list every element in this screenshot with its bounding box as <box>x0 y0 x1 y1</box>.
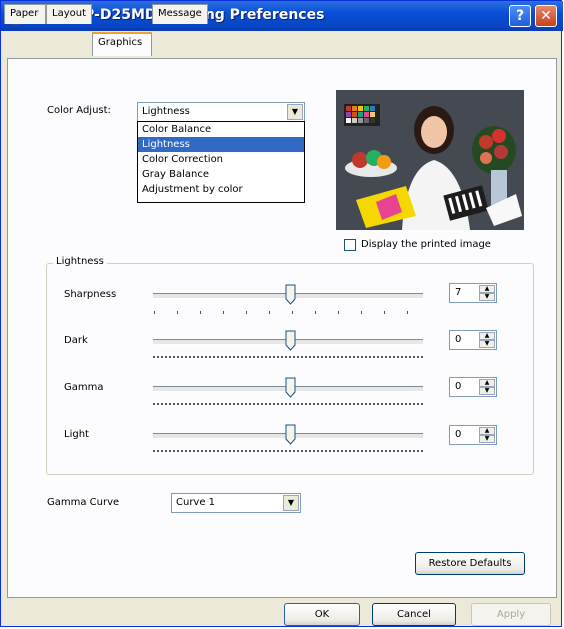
option-adjustment-by-color[interactable]: Adjustment by color <box>138 182 304 197</box>
gamma-up-icon[interactable]: ▲ <box>479 379 495 387</box>
gamma-spinbox[interactable]: 0 ▲ ▼ <box>449 377 497 397</box>
display-printed-image-label: Display the printed image <box>361 239 491 250</box>
gamma-tick-marks <box>153 403 423 405</box>
dark-down-icon[interactable]: ▼ <box>479 340 495 348</box>
light-up-icon[interactable]: ▲ <box>479 427 495 435</box>
color-adjust-select[interactable]: Lightness ▼ <box>137 102 305 122</box>
dark-up-icon[interactable]: ▲ <box>479 332 495 340</box>
light-slider-thumb[interactable] <box>285 424 296 445</box>
tab-message[interactable]: Message <box>152 4 208 24</box>
tab-graphics[interactable]: Graphics <box>92 32 152 56</box>
chevron-down-icon[interactable]: ▼ <box>283 495 299 511</box>
dark-tick-marks <box>153 356 423 358</box>
light-label: Light <box>64 429 89 440</box>
option-gray-balance[interactable]: Gray Balance <box>138 167 304 182</box>
cancel-button[interactable]: Cancel <box>372 603 456 626</box>
color-chart-graphic <box>344 104 380 126</box>
sample-photo-graphic <box>336 90 524 230</box>
sharpness-tick-marks <box>154 311 408 314</box>
gamma-curve-select[interactable]: Curve 1 ▼ <box>171 493 301 513</box>
sharpness-down-icon[interactable]: ▼ <box>479 293 495 301</box>
gamma-label: Gamma <box>64 382 104 393</box>
tab-layout[interactable]: Layout <box>46 4 92 24</box>
light-value: 0 <box>455 429 462 440</box>
sharpness-slider-thumb[interactable] <box>285 284 296 305</box>
restore-defaults-button[interactable]: Restore Defaults <box>415 552 525 575</box>
gamma-slider-thumb[interactable] <box>285 377 296 398</box>
light-spinbox[interactable]: 0 ▲ ▼ <box>449 425 497 445</box>
dark-slider-thumb[interactable] <box>285 330 296 351</box>
gamma-curve-label: Gamma Curve <box>47 497 120 508</box>
color-adjust-label: Color Adjust: <box>47 105 111 116</box>
option-color-correction[interactable]: Color Correction <box>138 152 304 167</box>
dark-value: 0 <box>455 334 462 345</box>
sharpness-label: Sharpness <box>64 289 117 300</box>
close-button[interactable]: ✕ <box>535 5 557 27</box>
lightness-group-title: Lightness <box>53 256 107 267</box>
chevron-down-icon[interactable]: ▼ <box>287 104 303 120</box>
tab-paper[interactable]: Paper <box>4 4 46 24</box>
sharpness-up-icon[interactable]: ▲ <box>479 285 495 293</box>
apply-button[interactable]: Apply <box>471 603 551 626</box>
dark-label: Dark <box>64 335 88 346</box>
display-printed-image-checkbox[interactable] <box>344 239 356 251</box>
gamma-curve-value: Curve 1 <box>176 497 216 508</box>
ok-button[interactable]: OK <box>284 603 360 626</box>
preview-image <box>336 90 524 230</box>
sharpness-spinbox[interactable]: 7 ▲ ▼ <box>449 283 497 303</box>
option-lightness[interactable]: Lightness <box>138 137 304 152</box>
sharpness-value: 7 <box>455 287 462 298</box>
printing-preferences-dialog: Sony UP-D25MD Printing Preferences ? ✕ P… <box>0 0 563 627</box>
dark-spinbox[interactable]: 0 ▲ ▼ <box>449 330 497 350</box>
light-down-icon[interactable]: ▼ <box>479 435 495 443</box>
gamma-value: 0 <box>455 381 462 392</box>
gamma-down-icon[interactable]: ▼ <box>479 387 495 395</box>
light-tick-marks <box>153 450 423 452</box>
option-color-balance[interactable]: Color Balance <box>138 122 304 137</box>
color-adjust-value: Lightness <box>142 106 190 117</box>
help-button[interactable]: ? <box>509 5 531 27</box>
color-adjust-dropdown-list: Color Balance Lightness Color Correction… <box>137 121 305 203</box>
